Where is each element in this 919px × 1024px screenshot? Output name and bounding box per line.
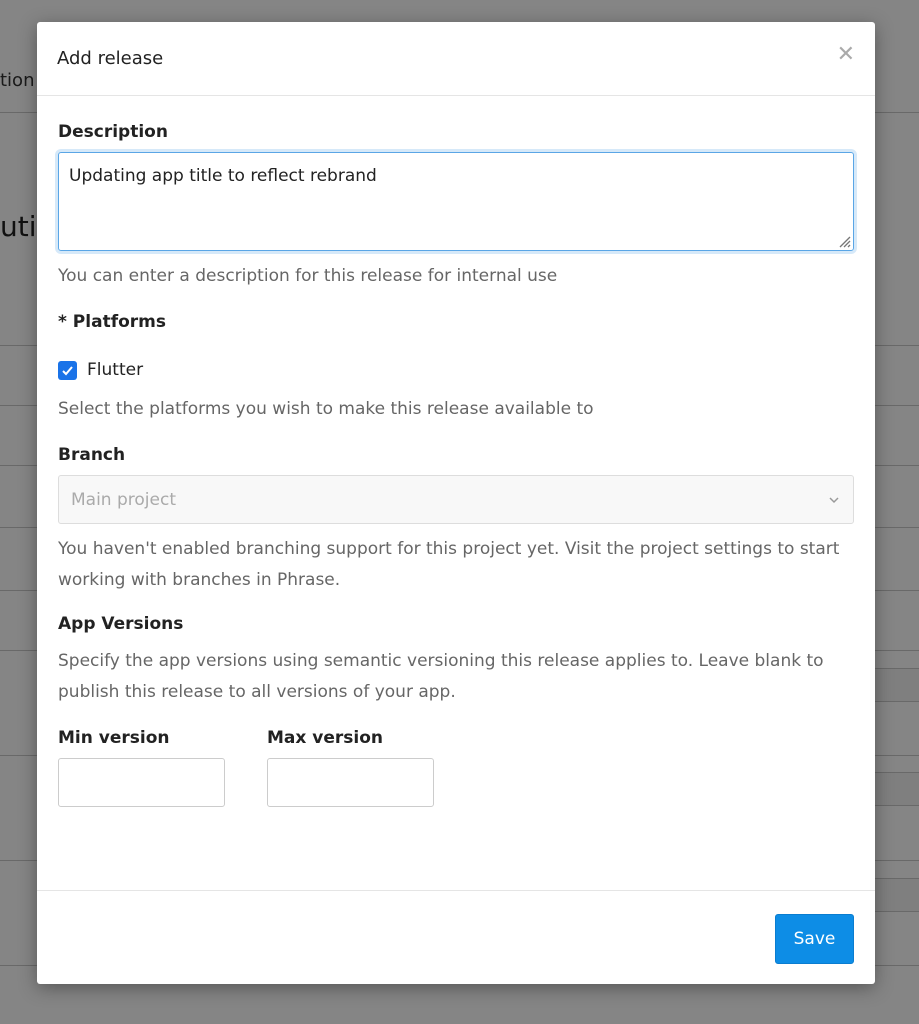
modal-title: Add release: [57, 48, 164, 69]
branch-select[interactable]: Main project: [58, 475, 854, 524]
min-version-input[interactable]: [58, 758, 225, 807]
description-value: Updating app title to reflect rebrand: [69, 166, 377, 186]
branch-help: You haven't enabled branching support fo…: [58, 539, 840, 590]
min-version-group: Min version: [58, 714, 267, 807]
app-versions-help: Specify the app versions using semantic …: [58, 651, 824, 702]
add-release-dialog: Add release ✕ Description Updating app t…: [37, 22, 875, 984]
flutter-checkbox[interactable]: [58, 360, 77, 380]
modal-header: Add release: [37, 22, 875, 96]
min-version-label: Min version: [58, 728, 170, 748]
modal-footer: Save: [37, 890, 875, 984]
resize-grip-icon[interactable]: [837, 234, 851, 248]
flutter-checkbox-label: Flutter: [87, 360, 144, 380]
platform-option-flutter[interactable]: Flutter: [58, 360, 854, 380]
max-version-group: Max version: [267, 714, 476, 807]
max-version-input[interactable]: [267, 758, 434, 807]
description-label: Description: [58, 122, 168, 142]
save-button[interactable]: Save: [775, 914, 854, 964]
close-icon[interactable]: ✕: [837, 44, 855, 66]
platforms-help: Select the platforms you wish to make th…: [58, 399, 594, 419]
app-versions-label: App Versions: [58, 614, 184, 634]
chevron-down-icon: [829, 496, 839, 503]
checkmark-icon: [62, 365, 73, 375]
branch-select-value: Main project: [71, 489, 176, 510]
branch-label: Branch: [58, 445, 126, 465]
max-version-label: Max version: [267, 728, 383, 748]
versions-row: Min version Max version: [58, 714, 854, 807]
description-help: You can enter a description for this rel…: [58, 266, 558, 286]
description-textarea[interactable]: Updating app title to reflect rebrand: [58, 152, 854, 251]
platforms-label: * Platforms: [58, 312, 166, 332]
modal-body: Description Updating app title to reflec…: [37, 96, 875, 807]
